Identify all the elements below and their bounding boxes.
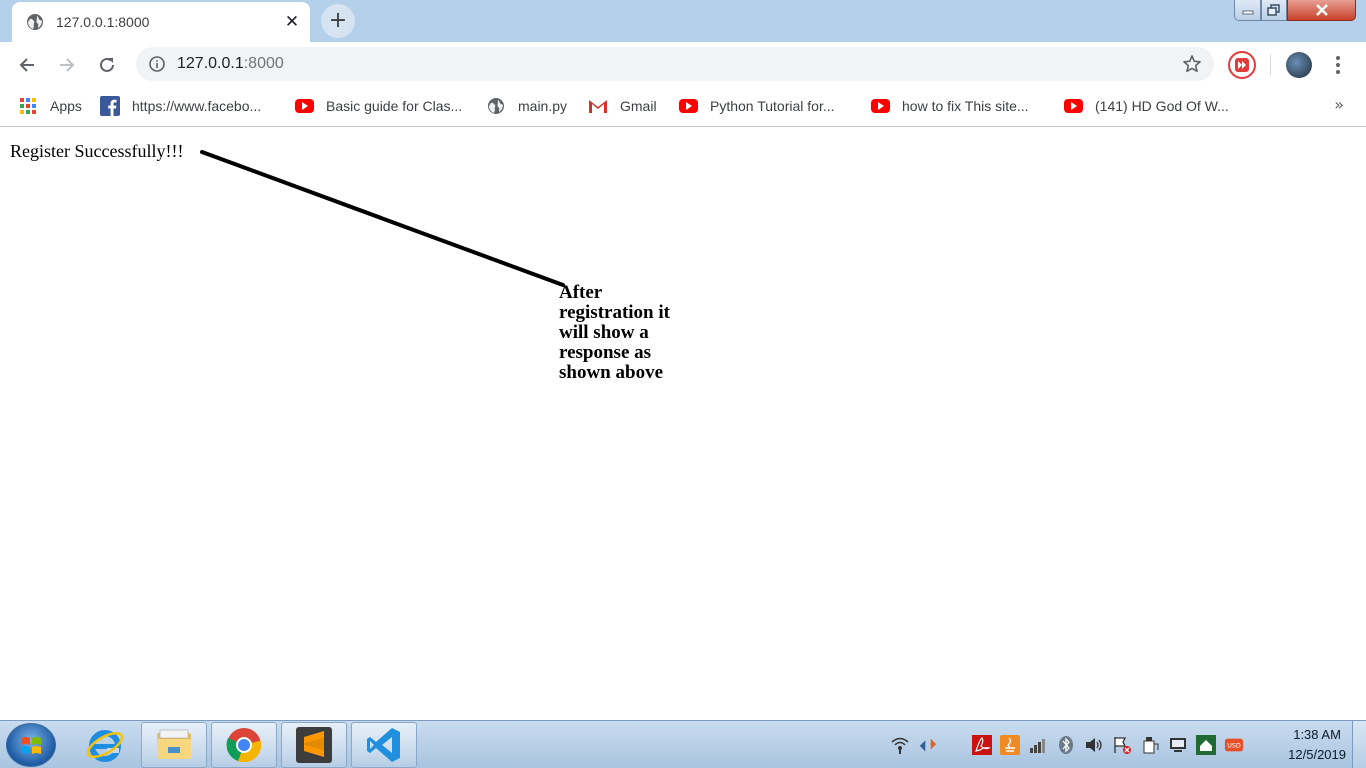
youtube-icon: [678, 96, 698, 116]
browser-menu-button[interactable]: [1328, 52, 1348, 78]
extension-button[interactable]: [1228, 51, 1256, 79]
bluetooth-icon[interactable]: [1056, 735, 1076, 755]
ie-icon: [86, 730, 124, 762]
browser-toolbar: 127.0.0.1:8000: [0, 42, 1366, 87]
bookmark-python-tutorial[interactable]: Python Tutorial for...: [678, 95, 835, 117]
show-desktop-button[interactable]: [1352, 721, 1366, 768]
close-icon: [1315, 4, 1328, 16]
browser-titlebar: 127.0.0.1:8000 ✕ +: [0, 0, 1366, 42]
bookmark-how-to-fix[interactable]: how to fix This site...: [870, 95, 1029, 117]
system-clock[interactable]: 1:38 AM 12/5/2019: [1288, 725, 1346, 765]
svg-text:USD: USD: [1227, 743, 1241, 750]
globe-icon: [486, 96, 506, 116]
bookmark-label: (141) HD God Of W...: [1095, 98, 1229, 114]
restore-button[interactable]: [1261, 0, 1287, 21]
bookmark-facebook[interactable]: https://www.facebo...: [100, 95, 261, 117]
bookmark-label: how to fix This site...: [902, 98, 1029, 114]
bookmark-apps[interactable]: Apps: [18, 95, 82, 117]
annotation-text: After registration it will show a respon…: [559, 282, 670, 383]
bookmark-label: Apps: [50, 98, 82, 114]
reload-icon: [100, 57, 114, 72]
windows-logo-icon: [21, 737, 41, 754]
start-button[interactable]: [6, 723, 56, 767]
url-port: :8000: [243, 55, 284, 72]
new-tab-button[interactable]: +: [321, 4, 355, 38]
action-center-flag-icon[interactable]: [1112, 735, 1132, 755]
bookmark-label: main.py: [518, 98, 568, 114]
globe-icon: [27, 14, 43, 30]
restore-icon: [1267, 4, 1280, 16]
windows-taskbar: USD 1:38 AM 12/5/2019: [0, 720, 1366, 768]
tab-close-icon[interactable]: ✕: [284, 12, 300, 32]
tab-title: 127.0.0.1:8000: [56, 14, 150, 30]
taskbar-internet-explorer[interactable]: [72, 722, 138, 768]
youtube-icon: [1063, 96, 1083, 116]
bookmark-main-py[interactable]: main.py: [486, 95, 567, 117]
annotation-arrow-line: [200, 150, 565, 287]
arrow-right-icon: [60, 58, 75, 72]
apps-grid-icon: [18, 96, 38, 116]
vscode-icon: [367, 728, 400, 762]
taskbar-sublime-text[interactable]: [281, 722, 347, 768]
wireless-icon[interactable]: [890, 735, 910, 755]
youtube-icon: [870, 96, 890, 116]
taskbar-chrome[interactable]: [211, 722, 277, 768]
bookmarks-bar: Apps https://www.facebo... Basic guide f…: [0, 87, 1366, 127]
bookmark-label: https://www.facebo...: [132, 98, 262, 114]
java-icon[interactable]: [1000, 735, 1020, 755]
file-explorer-icon: [157, 729, 191, 759]
bookmark-label: Python Tutorial for...: [710, 98, 835, 114]
toolbar-separator: [1270, 54, 1271, 76]
usb-device-icon[interactable]: [1140, 735, 1160, 755]
youtube-icon: [294, 96, 314, 116]
minimize-icon: [1242, 10, 1253, 15]
bookmark-basic-guide[interactable]: Basic guide for Clas...: [294, 95, 462, 117]
signal-bars-icon[interactable]: [1028, 735, 1048, 755]
bookmark-star-icon[interactable]: [1182, 54, 1202, 74]
gmail-icon: [588, 96, 608, 116]
arrow-left-icon: [19, 58, 34, 72]
window-close-button[interactable]: [1287, 0, 1356, 21]
clock-date: 12/5/2019: [1288, 747, 1346, 762]
bookmark-gmail[interactable]: Gmail: [588, 95, 657, 117]
sublime-text-icon: [296, 727, 332, 763]
volume-icon[interactable]: [1084, 735, 1104, 755]
page-content: Register Successfully!!! After registrat…: [0, 128, 1366, 720]
forward-button[interactable]: [52, 50, 82, 80]
vpn-badge-icon[interactable]: USD: [1224, 735, 1244, 755]
address-bar[interactable]: 127.0.0.1:8000: [136, 47, 1214, 81]
info-icon[interactable]: [148, 55, 166, 73]
bookmark-label: Gmail: [620, 98, 657, 114]
clock-time: 1:38 AM: [1293, 727, 1341, 742]
taskbar-file-explorer[interactable]: [141, 722, 207, 768]
reload-button[interactable]: [92, 50, 122, 80]
network-devices-icon[interactable]: [918, 735, 938, 755]
bookmarks-overflow-button[interactable]: »: [1334, 95, 1344, 114]
bookmark-label: Basic guide for Clas...: [326, 98, 463, 114]
home-app-icon[interactable]: [1196, 735, 1216, 755]
facebook-icon: [100, 96, 120, 116]
url-host: 127.0.0.1: [177, 55, 244, 72]
back-button[interactable]: [12, 50, 42, 80]
system-tray: USD: [890, 733, 1244, 757]
fast-forward-icon: [1235, 58, 1249, 72]
browser-tab-active[interactable]: 127.0.0.1:8000 ✕: [12, 2, 310, 42]
minimize-button[interactable]: [1234, 0, 1261, 21]
window-controls: [1234, 0, 1356, 22]
taskbar-vscode[interactable]: [351, 722, 417, 768]
display-icon[interactable]: [1168, 735, 1188, 755]
profile-avatar[interactable]: [1286, 52, 1312, 78]
bookmark-god-of-war[interactable]: (141) HD God Of W...: [1063, 95, 1229, 117]
chrome-icon: [226, 728, 262, 763]
acrobat-icon[interactable]: [972, 735, 992, 755]
